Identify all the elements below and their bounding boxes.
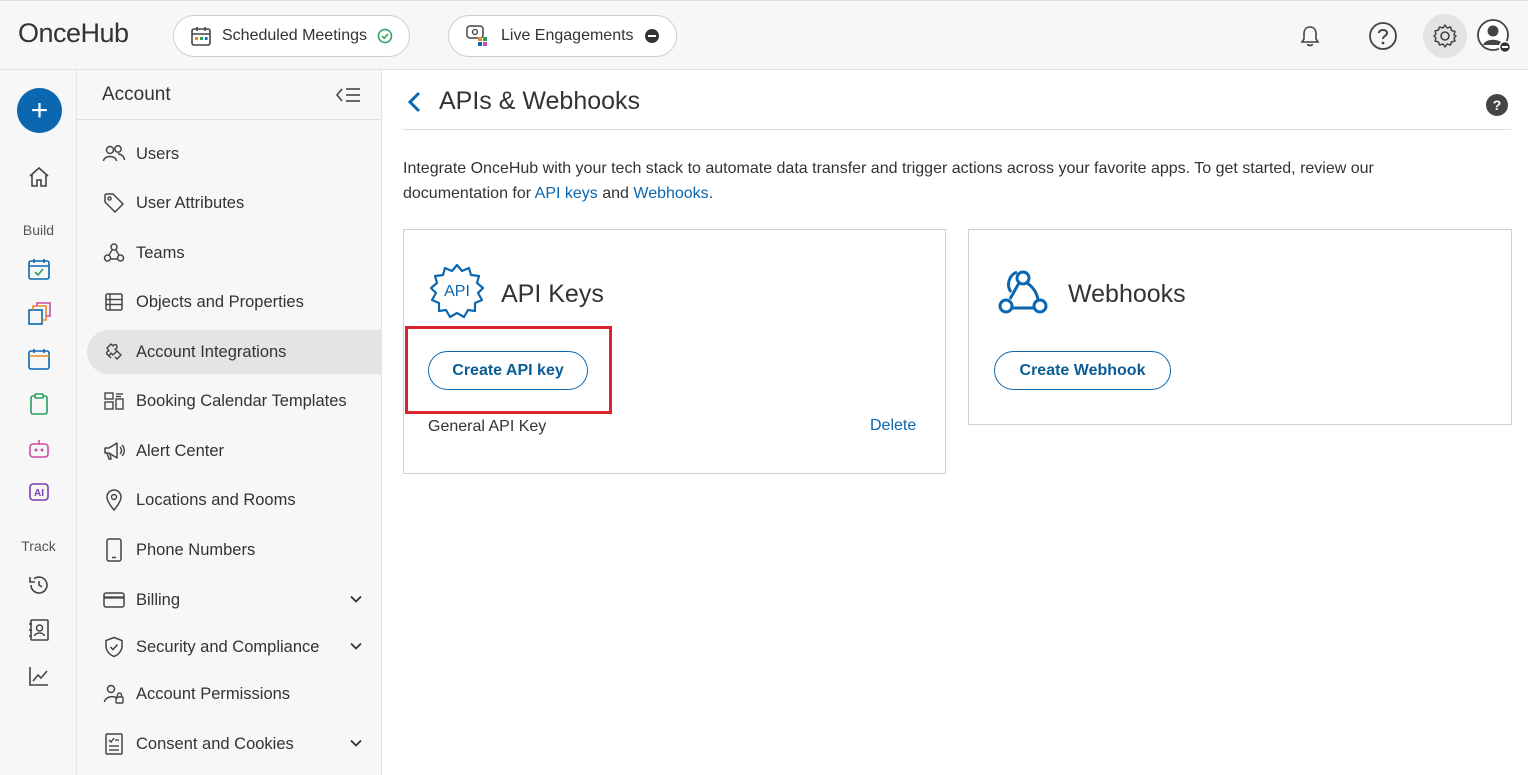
objects-icon (102, 290, 126, 314)
chatbot-icon[interactable] (27, 437, 51, 461)
sidebar-item-label: Objects and Properties (136, 292, 304, 311)
track-section-label: Track (21, 538, 56, 554)
webhooks-card: Webhooks Create Webhook (968, 229, 1512, 425)
sidebar-header: Account (77, 70, 381, 120)
webhook-icon (995, 265, 1051, 324)
booking-calendar-icon[interactable] (27, 257, 51, 281)
sidebar-item-label: Alert Center (136, 441, 225, 460)
status-busy-icon (644, 28, 660, 44)
calendar-icon[interactable] (27, 347, 51, 371)
ai-badge-text: AI (34, 488, 44, 499)
calendar-icon (190, 25, 212, 47)
build-section-label: Build (22, 222, 55, 238)
pages-icon[interactable] (27, 302, 51, 326)
live-engagements-label: Live Engagements (501, 27, 634, 44)
oncehub-logo[interactable]: OnceHub (18, 18, 129, 49)
back-chevron-icon[interactable] (405, 90, 425, 119)
highlight-box (405, 326, 612, 414)
sidebar-item-label: Phone Numbers (136, 540, 256, 559)
sidebar-item-label: Consent and Cookies (136, 734, 294, 753)
title-divider (403, 129, 1511, 130)
permissions-icon (102, 682, 126, 706)
check-circle-icon (377, 28, 393, 44)
bell-icon[interactable] (1293, 19, 1327, 53)
help-icon[interactable] (1366, 19, 1400, 53)
sidebar-item-billing[interactable]: Billing (87, 578, 382, 622)
forms-icon[interactable] (27, 392, 51, 416)
sidebar-item-teams[interactable]: Teams (87, 231, 382, 275)
intro-text-and: and (597, 185, 634, 202)
api-keys-doc-link[interactable]: API keys (535, 185, 598, 202)
scheduled-meetings-label: Scheduled Meetings (222, 27, 367, 44)
intro-text: Integrate OnceHub with your tech stack t… (403, 156, 1483, 206)
history-icon[interactable] (27, 573, 51, 597)
template-icon (102, 389, 126, 413)
teams-icon (102, 241, 126, 265)
sidebar-item-alert-center[interactable]: Alert Center (87, 429, 382, 473)
intro-text-end: . (708, 185, 714, 202)
collapse-menu-icon[interactable] (335, 85, 361, 110)
scheduled-meetings-button[interactable]: Scheduled Meetings (173, 15, 410, 57)
puzzle-icon (102, 340, 126, 364)
webhooks-title: Webhooks (1068, 280, 1186, 308)
sidebar-item-label: Locations and Rooms (136, 490, 296, 509)
delete-api-key-link[interactable]: Delete (870, 417, 916, 435)
users-icon (102, 142, 126, 166)
api-key-name: General API Key (428, 418, 547, 435)
page-title: APIs & Webhooks (439, 87, 641, 115)
sidebar-item-objects-and-properties[interactable]: Objects and Properties (87, 280, 382, 324)
main-content: APIs & Webhooks ? Integrate OnceHub with… (383, 70, 1528, 775)
shield-icon (102, 635, 126, 659)
analytics-icon[interactable] (27, 664, 51, 688)
api-gear-icon: API (428, 262, 486, 325)
settings-gear-icon[interactable] (1423, 14, 1467, 58)
live-chat-icon (465, 23, 491, 49)
sidebar-item-security-and-compliance[interactable]: Security and Compliance (87, 625, 382, 669)
tag-icon (102, 191, 126, 215)
megaphone-icon (102, 439, 126, 463)
navigation-rail: + Build AI Track (0, 70, 77, 775)
contacts-icon[interactable] (27, 618, 51, 642)
credit-card-icon (102, 588, 126, 612)
create-new-button[interactable]: + (17, 88, 62, 133)
api-gear-text: API (444, 283, 470, 300)
api-keys-title: API Keys (501, 280, 604, 308)
phone-icon (102, 538, 126, 562)
sidebar-item-label: Account Permissions (136, 684, 291, 703)
sidebar-item-locations-and-rooms[interactable]: Locations and Rooms (87, 478, 382, 522)
live-engagements-button[interactable]: Live Engagements (448, 15, 677, 57)
sidebar-item-label: Account Integrations (136, 342, 287, 361)
sidebar-item-phone-numbers[interactable]: Phone Numbers (87, 528, 382, 572)
chevron-down-icon[interactable] (348, 638, 364, 659)
chevron-down-icon[interactable] (348, 591, 364, 612)
home-icon[interactable] (27, 165, 51, 189)
ai-icon[interactable]: AI (27, 481, 51, 505)
top-bar: OnceHub Scheduled Meetings Live Engageme… (0, 0, 1528, 70)
sidebar-item-consent-and-cookies[interactable]: Consent and Cookies (87, 722, 382, 766)
webhooks-doc-link[interactable]: Webhooks (633, 185, 708, 202)
sidebar-item-users[interactable]: Users (87, 132, 382, 176)
sidebar-item-account-integrations[interactable]: Account Integrations (87, 330, 382, 374)
sidebar-item-account-permissions[interactable]: Account Permissions (87, 672, 382, 716)
sidebar-item-user-attributes[interactable]: User Attributes (87, 181, 382, 225)
consent-icon (102, 732, 126, 756)
create-webhook-button[interactable]: Create Webhook (994, 351, 1171, 390)
page-help-icon[interactable]: ? (1486, 94, 1508, 116)
sidebar-title: Account (102, 84, 171, 105)
account-sidebar: Account Users User Attributes Teams Obje… (77, 70, 382, 775)
avatar[interactable] (1474, 19, 1514, 54)
sidebar-item-label: Booking Calendar Templates (136, 391, 347, 410)
sidebar-item-label: Teams (136, 243, 185, 262)
location-pin-icon (102, 488, 126, 512)
sidebar-item-label: Billing (136, 590, 181, 609)
sidebar-item-label: User Attributes (136, 193, 245, 212)
sidebar-item-booking-calendar-templates[interactable]: Booking Calendar Templates (87, 379, 382, 423)
chevron-down-icon[interactable] (348, 735, 364, 756)
sidebar-item-label: Users (136, 144, 180, 163)
sidebar-item-label: Security and Compliance (136, 637, 320, 656)
